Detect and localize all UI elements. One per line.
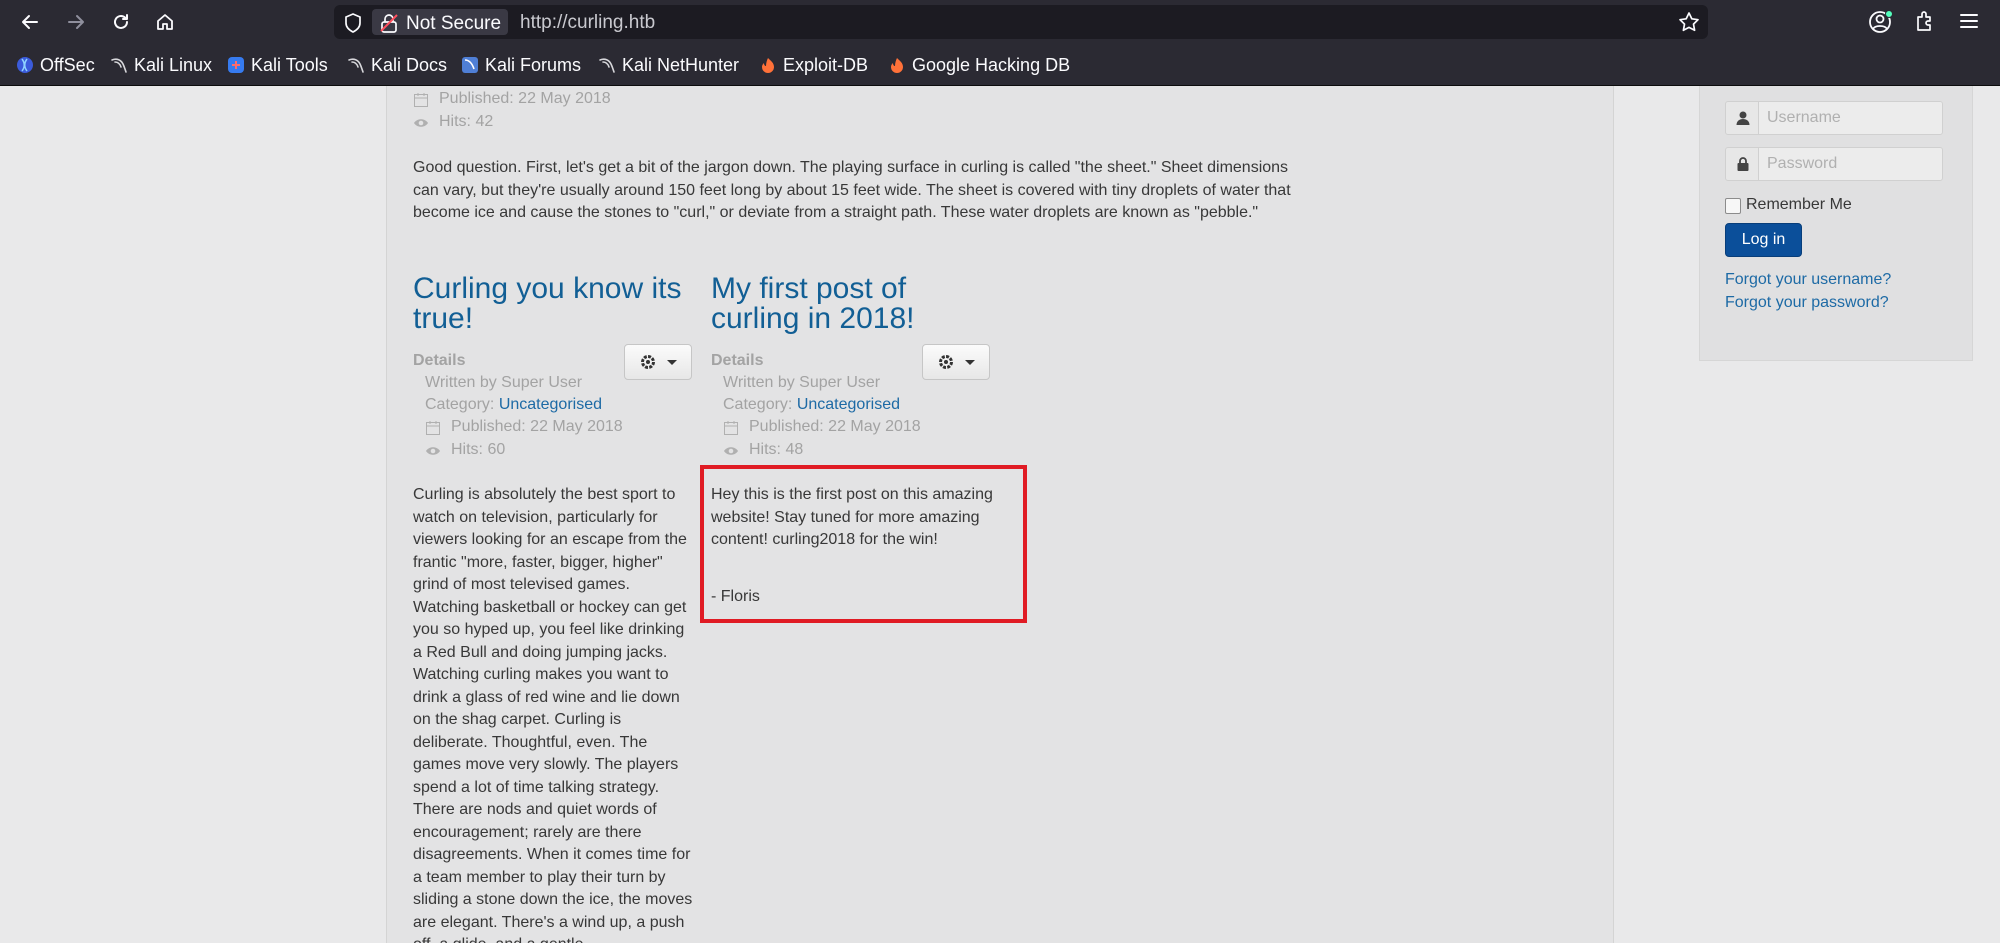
- reload-icon: [114, 14, 128, 29]
- back-button[interactable]: [16, 8, 44, 36]
- article-intro-text: Good question. First, let's get a bit of…: [413, 159, 1291, 221]
- bookmark-label: Kali Docs: [371, 55, 448, 75]
- eye-icon: [414, 119, 428, 127]
- extensions-icon[interactable]: [1913, 9, 1937, 33]
- bookmark-kali-tools[interactable]: Kali Tools: [227, 55, 331, 75]
- username-group: [1725, 101, 1943, 135]
- highlight-box: [700, 465, 1027, 623]
- reload-button[interactable]: [107, 8, 135, 36]
- article-tools-button[interactable]: [624, 344, 692, 380]
- login-panel: Remember Me Log in Forgot your username?…: [1699, 86, 1973, 361]
- gear-icon: [641, 355, 655, 369]
- calendar-icon: [724, 421, 738, 435]
- password-addon: [1725, 147, 1759, 181]
- calendar-icon: [426, 421, 440, 435]
- username-input[interactable]: [1758, 101, 1943, 135]
- bookmark-kali-linux[interactable]: Kali Linux: [110, 55, 215, 75]
- caret-down-icon: [667, 360, 677, 365]
- kali-forums-icon: [462, 57, 478, 73]
- user-icon: [1736, 111, 1750, 125]
- eye-icon: [724, 447, 738, 455]
- article-tools-button[interactable]: [922, 344, 990, 380]
- remember-me-label: Remember Me: [1746, 196, 1852, 213]
- eye-icon: [426, 447, 440, 455]
- bookmarks-toolbar: OffSec Kali Linux Kali Tools Kali Docs K…: [0, 44, 2000, 86]
- forgot-password-link[interactable]: Forgot your password?: [1725, 294, 1889, 312]
- bookmark-exploit-db[interactable]: Exploit-DB: [759, 55, 875, 75]
- bookmark-label: Kali Linux: [134, 55, 213, 75]
- password-group: [1725, 147, 1943, 181]
- category-link[interactable]: Uncategorised: [499, 396, 602, 413]
- bookmark-label: Google Hacking DB: [912, 55, 1071, 75]
- kali-dragon-icon: [599, 58, 615, 73]
- bookmark-star-icon[interactable]: [1678, 11, 1700, 33]
- browser-toolbar: Not Secure http://curling.htb: [0, 0, 2000, 44]
- details-label: Details: [711, 352, 764, 369]
- arrow-right-icon: [68, 15, 84, 29]
- article-title-link[interactable]: My first post of curling in 2018!: [711, 274, 961, 334]
- remember-me-checkbox[interactable]: [1725, 198, 1741, 214]
- bookmark-offsec[interactable]: OffSec: [16, 55, 98, 75]
- not-secure-indicator[interactable]: Not Secure: [372, 9, 508, 35]
- bookmark-google-hacking-db[interactable]: Google Hacking DB: [888, 55, 1072, 75]
- exploit-db-icon: [891, 58, 903, 73]
- article-author: Written by Super User: [425, 374, 583, 391]
- article-author: Written by Super User: [723, 374, 881, 391]
- kali-dragon-icon: [348, 58, 364, 73]
- arrow-left-icon: [22, 15, 38, 29]
- bookmark-label: Exploit-DB: [783, 55, 869, 75]
- url-text[interactable]: http://curling.htb: [520, 12, 655, 34]
- bookmark-kali-forums[interactable]: Kali Forums: [461, 55, 585, 75]
- bookmark-label: OffSec: [40, 55, 95, 75]
- login-button[interactable]: Log in: [1725, 223, 1802, 257]
- exploit-db-icon: [762, 58, 774, 73]
- account-icon[interactable]: [1868, 9, 1894, 35]
- home-button[interactable]: [151, 8, 179, 36]
- gear-icon: [939, 355, 953, 369]
- bookmark-label: Kali Forums: [485, 55, 582, 75]
- article-body-text: Curling is absolutely the best sport to …: [413, 486, 693, 943]
- bookmark-label: Kali Tools: [251, 55, 328, 75]
- forgot-username-link[interactable]: Forgot your username?: [1725, 271, 1891, 289]
- article-category: Category: Uncategorised: [723, 396, 900, 413]
- offsec-icon: [17, 57, 33, 73]
- password-input[interactable]: [1758, 147, 1943, 181]
- bookmark-label: Kali NetHunter: [622, 55, 740, 75]
- username-addon: [1725, 101, 1759, 135]
- url-bar[interactable]: Not Secure http://curling.htb: [334, 5, 1708, 39]
- bookmark-kali-docs[interactable]: Kali Docs: [347, 55, 447, 75]
- kali-tools-icon: [228, 57, 244, 73]
- details-label: Details: [413, 352, 466, 369]
- lock-icon: [1737, 157, 1749, 171]
- shield-icon[interactable]: [344, 13, 362, 33]
- home-icon: [157, 14, 173, 30]
- insecure-lock-icon: [380, 14, 398, 33]
- not-secure-label: Not Secure: [406, 13, 502, 34]
- category-link[interactable]: Uncategorised: [797, 396, 900, 413]
- forward-button[interactable]: [62, 8, 90, 36]
- article-title-link[interactable]: Curling you know its true!: [413, 274, 703, 334]
- calendar-icon: [414, 93, 428, 107]
- caret-down-icon: [965, 360, 975, 365]
- menu-icon[interactable]: [1958, 9, 1980, 33]
- kali-dragon-icon: [111, 58, 127, 73]
- article-category: Category: Uncategorised: [425, 396, 602, 413]
- bookmark-kali-nethunter[interactable]: Kali NetHunter: [598, 55, 746, 75]
